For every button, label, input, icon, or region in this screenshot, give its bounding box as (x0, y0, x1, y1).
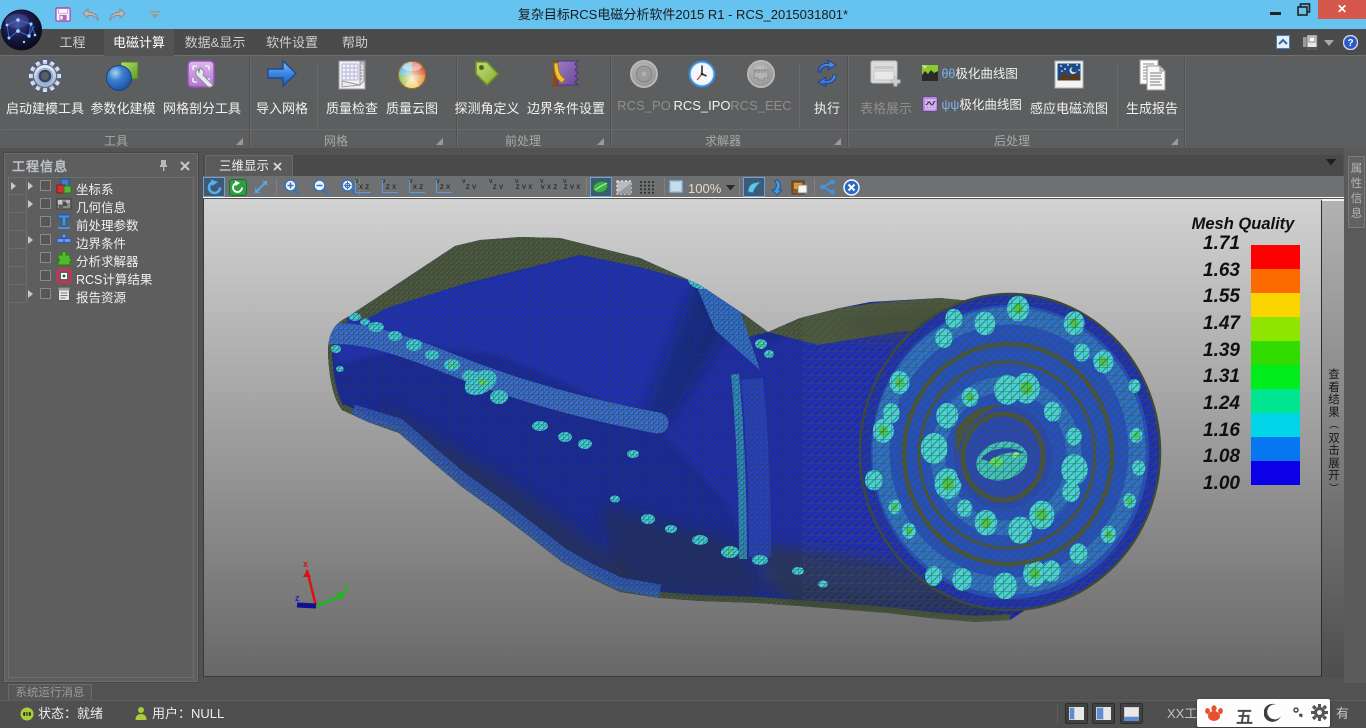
svg-text:z: z (295, 593, 300, 603)
svg-text:?: ? (1347, 38, 1353, 49)
svg-text:x: x (303, 559, 308, 569)
svg-text:y: y (344, 583, 349, 593)
